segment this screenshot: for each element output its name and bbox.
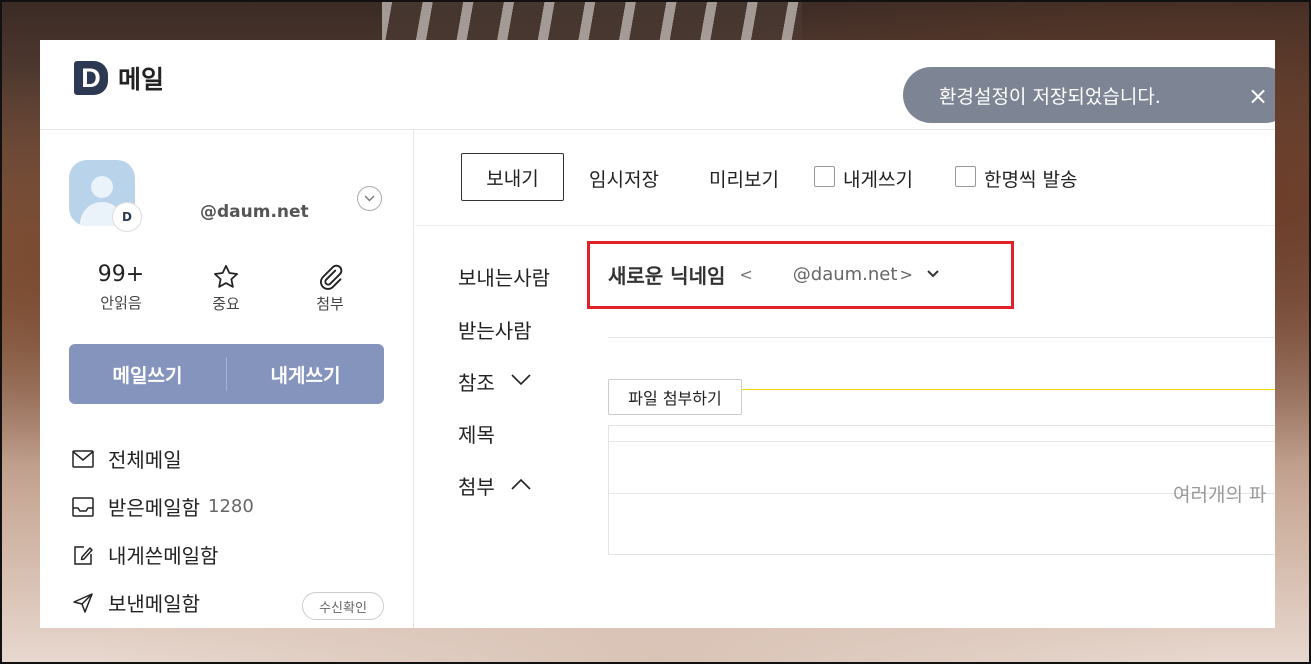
dropzone-hint: 여러개의 파 [1173, 484, 1267, 506]
logo-text: 메일 [118, 65, 165, 94]
write-to-me-button[interactable]: 내게쓰기 [227, 361, 384, 388]
chevron-down-icon[interactable] [511, 373, 531, 390]
daum-logo-icon: D [74, 61, 108, 95]
sender-close-bracket: > [899, 265, 913, 284]
unread-count: 99+ [97, 262, 145, 287]
cc-label: 참조 [458, 371, 495, 395]
cc-label-row[interactable]: 참조 [458, 367, 531, 396]
sender-divider [608, 337, 1275, 338]
compose-mail-button[interactable]: 메일쓰기 [69, 361, 226, 388]
write-button-group: 메일쓰기 내게쓰기 [69, 344, 384, 404]
toast-close-icon[interactable]: × [1248, 84, 1268, 108]
important-label: 중요 [212, 295, 240, 313]
attachment-label: 첨부 [458, 475, 495, 499]
attachment-label: 첨부 [316, 295, 344, 313]
edit-note-icon [72, 544, 94, 566]
subject-label: 제목 [458, 423, 495, 447]
avatar-badge: D [112, 202, 142, 232]
attachment-stat[interactable]: 첨부 [290, 260, 370, 314]
to-me-checkbox[interactable] [814, 166, 835, 187]
sender-label: 보내는사람 [458, 266, 550, 290]
chevron-up-icon[interactable] [511, 478, 531, 494]
preview-button[interactable]: 미리보기 [709, 165, 779, 192]
unread-stat[interactable]: 99+ 안읽음 [81, 260, 161, 313]
star-icon [214, 265, 238, 288]
inbox-count: 1280 [208, 496, 254, 517]
chevron-down-icon[interactable] [927, 267, 939, 282]
attachment-label-row[interactable]: 첨부 [458, 471, 531, 500]
sender-selector[interactable]: 새로운 닉네임 < @daum.net > [608, 260, 939, 289]
recipient-label: 받는사람 [458, 319, 532, 343]
sender-email: @daum.net [792, 264, 898, 285]
send-button[interactable]: 보내기 [461, 153, 564, 201]
sidebar-item-sent[interactable]: 보낸메일함 [72, 588, 200, 617]
envelope-icon [72, 448, 94, 470]
important-stat[interactable]: 중요 [186, 260, 266, 314]
sidebar-item-all-mail[interactable]: 전체메일 [72, 444, 182, 473]
attach-file-button[interactable]: 파일 첨부하기 [608, 379, 742, 415]
sidebar: D @daum.net 99+ 안읽음 중요 첨부 메일쓰기 내게쓰기 전체메일 [40, 130, 414, 628]
compose-toolbar: 보내기 임시저장 미리보기 내게쓰기 한명씩 발송 [415, 130, 1275, 226]
individual-send-checkbox[interactable] [955, 166, 976, 187]
save-draft-button[interactable]: 임시저장 [589, 165, 659, 192]
sidebar-item-label: 받은메일함 [108, 496, 200, 520]
read-receipt-button[interactable]: 수신확인 [302, 592, 384, 620]
send-icon [72, 592, 94, 614]
sidebar-item-sent-to-me[interactable]: 내게쓴메일함 [72, 540, 218, 569]
chevron-down-icon[interactable] [357, 186, 382, 211]
paperclip-icon [320, 264, 343, 290]
sidebar-item-inbox[interactable]: 받은메일함 1280 [72, 492, 254, 521]
sidebar-item-label: 보낸메일함 [108, 592, 200, 616]
account-email: @daum.net [200, 202, 309, 222]
sender-nickname: 새로운 닉네임 [608, 264, 726, 288]
background-decoration [382, 2, 802, 40]
individual-send-label[interactable]: 한명씩 발송 [984, 165, 1077, 192]
to-me-label[interactable]: 내게쓰기 [843, 165, 913, 192]
inbox-icon [72, 496, 94, 518]
settings-saved-toast: 환경설정이 저장되었습니다. [903, 67, 1275, 123]
sender-open-bracket: < [739, 265, 753, 284]
mail-app-window: D 메일 환경설정이 저장되었습니다. × D @daum.net 99+ 안읽… [40, 40, 1275, 628]
sidebar-item-label: 내게쓴메일함 [108, 544, 219, 568]
unread-label: 안읽음 [100, 294, 142, 312]
daum-mail-logo[interactable]: D 메일 [74, 60, 164, 96]
sidebar-item-label: 전체메일 [108, 448, 182, 472]
toast-message: 환경설정이 저장되었습니다. [939, 85, 1161, 108]
